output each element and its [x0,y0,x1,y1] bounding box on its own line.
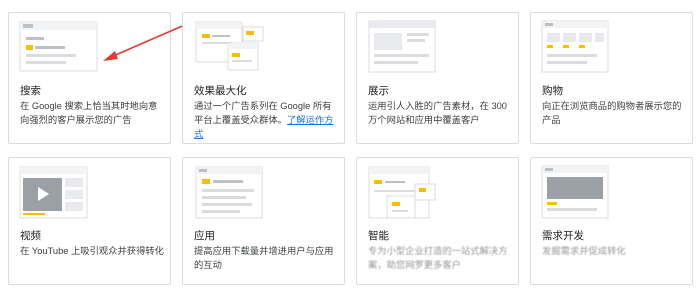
campaign-card-display[interactable]: 展示 运用引人入胜的广告素材，在 300 万个网站和应用中覆盖客户 [356,12,519,144]
smart-illustration [368,166,436,219]
campaign-card-demand-gen[interactable]: 需求开发 发掘需求并促成转化 [530,157,693,285]
card-title: 效果最大化 [194,85,247,97]
campaign-card-shopping[interactable]: 购物 向正在浏览商品的购物者展示您的产品 [530,12,693,144]
card-title: 购物 [542,85,563,97]
card-title: 需求开发 [542,230,584,242]
card-title: 视频 [20,230,41,242]
video-illustration [19,166,88,219]
card-description: 提高应用下载量并增进用户与应用的互动 [194,246,334,270]
card-title: 应用 [194,230,215,242]
red-arrow-annotation [103,23,188,61]
performance-max-illustration [195,21,264,71]
campaign-card-performance-max[interactable]: 效果最大化 通过一个广告系列在 Google 所有平台上覆盖受众群体。了解运作方… [182,12,345,144]
shopping-illustration [541,20,609,73]
campaign-card-smart[interactable]: 智能 专为小型企业打造的一站式解决方案，助您网罗更多客户 [356,157,519,285]
card-description: 向正在浏览商品的购物者展示您的产品 [542,101,682,125]
app-illustration [195,166,263,219]
demand-gen-illustration [541,165,609,219]
campaign-card-app[interactable]: 应用 提高应用下载量并增进用户与应用的互动 [182,157,345,285]
campaign-card-video[interactable]: 视频 在 YouTube 上吸引观众并获得转化 [8,157,171,285]
card-description: 通过一个广告系列在 Google 所有平台上覆盖受众群体。了解运作方式 [194,101,334,139]
card-description: 发掘需求并促成转化 [542,246,626,256]
display-illustration [368,20,436,73]
card-title: 智能 [368,230,389,242]
card-description: 专为小型企业打造的一站式解决方案，助您网罗更多客户 [368,246,508,270]
card-description: 运用引人入胜的广告素材，在 300 万个网站和应用中覆盖客户 [368,101,507,125]
card-description: 在 YouTube 上吸引观众并获得转化 [20,246,164,256]
card-title: 展示 [368,85,389,97]
card-description: 在 Google 搜索上恰当其时地向意向强烈的客户展示您的广告 [20,101,158,125]
card-title: 搜索 [20,85,41,97]
